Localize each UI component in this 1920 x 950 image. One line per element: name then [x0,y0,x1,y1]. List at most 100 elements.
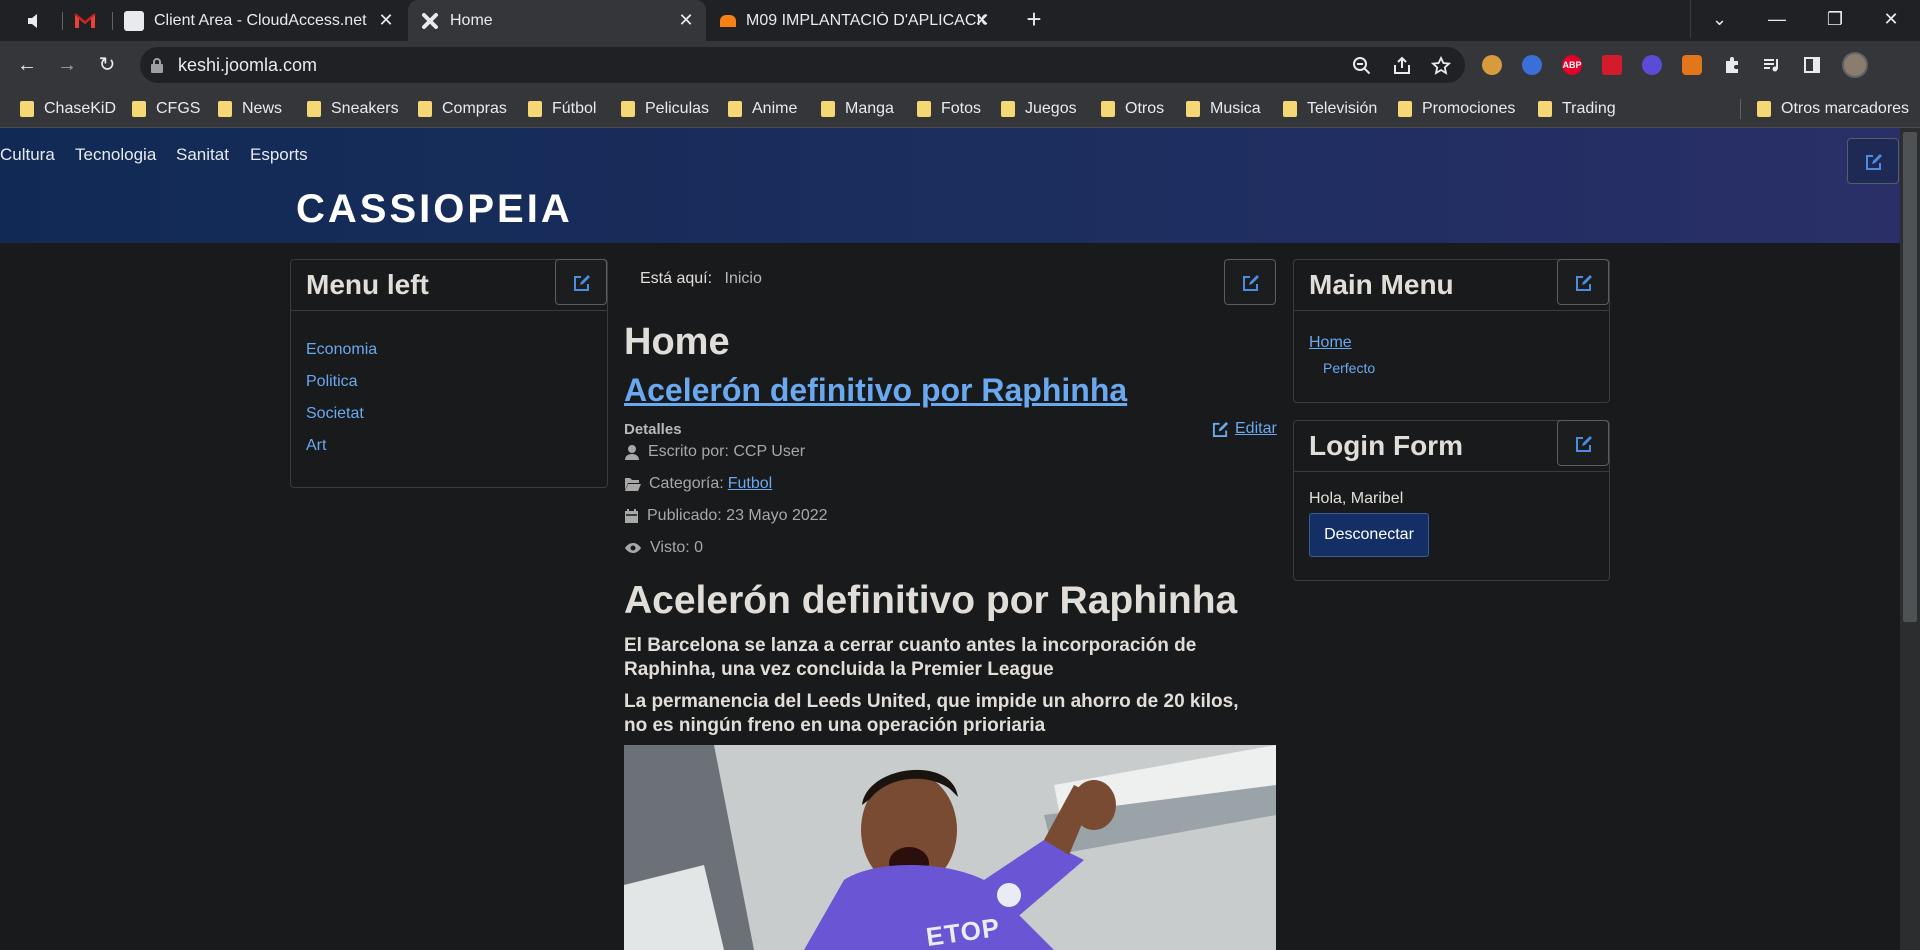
edit-breadcrumb-button[interactable] [1224,259,1276,305]
bookmarks-divider [1740,99,1741,119]
bookmark-folder[interactable]: Juegos [1001,98,1077,120]
playlist-icon[interactable] [1762,55,1782,75]
edit-module-button[interactable] [1557,420,1609,466]
bookmark-star-icon[interactable] [1431,56,1451,76]
top-nav-cultura[interactable]: Cultura [0,145,55,165]
reload-button[interactable]: ↻ [92,50,122,80]
back-button[interactable]: ← [12,50,42,80]
menu-item-politica[interactable]: Politica [306,373,358,391]
logout-button[interactable]: Desconectar [1309,513,1429,557]
main-menu-perfecto[interactable]: Perfecto [1323,360,1375,376]
bookmark-label: Otros marcadores [1781,100,1910,117]
folder-icon [132,101,146,117]
views-text: Visto: 0 [650,539,704,556]
module-header: Login Form [1294,420,1609,472]
edit-module-button[interactable] [1557,259,1609,305]
module-title: Menu left [306,269,429,300]
folder-icon [1757,101,1771,117]
new-tab-button[interactable]: + [1019,4,1049,34]
author-text: Escrito por: CCP User [648,443,806,460]
share-icon[interactable] [1392,56,1412,76]
top-nav-tecnologia[interactable]: Tecnologia [75,145,156,165]
folder-icon [1101,101,1115,117]
bookmark-folder[interactable]: Fútbol [528,98,596,120]
top-nav-esports[interactable]: Esports [250,145,308,165]
tab-separator [62,12,63,30]
bookmark-label: Peliculas [645,100,710,117]
bookmark-folder[interactable]: Manga [821,98,894,120]
menu-item-societat[interactable]: Societat [306,405,364,423]
category-meta: Categoría: Futbol [624,475,772,493]
bookmark-label: Otros [1125,100,1165,117]
edit-header-button[interactable] [1847,138,1899,184]
edit-icon [1243,275,1259,291]
tab-cloudaccess[interactable]: Client Area - CloudAccess.net ✕ [116,0,406,41]
user-icon [625,445,639,460]
close-tab-icon[interactable]: ✕ [972,10,992,30]
bookmark-folder[interactable]: Promociones [1398,98,1515,120]
menu-item-economia[interactable]: Economia [306,341,377,359]
close-tab-icon[interactable]: ✕ [676,10,696,30]
sidepanel-icon[interactable] [1802,55,1822,75]
bookmark-folder[interactable]: Televisión [1283,98,1377,120]
bookmark-label: Fútbol [552,100,597,117]
restore-button[interactable]: ❐ [1806,0,1864,38]
adblock-icon[interactable]: ABP [1562,55,1582,75]
article-title-link[interactable]: Acelerón definitivo por Raphinha [624,372,1127,409]
edit-module-button[interactable] [555,259,607,305]
bookmark-folder[interactable]: Compras [418,98,507,120]
close-tab-icon[interactable]: ✕ [376,10,396,30]
other-bookmarks-folder[interactable]: Otros marcadores [1757,98,1909,120]
address-bar[interactable]: keshi.joomla.com [140,47,1465,83]
bookmark-folder[interactable]: ChaseKiD [20,98,116,120]
bookmark-folder[interactable]: Anime [728,98,797,120]
bookmark-folder[interactable]: News [218,98,282,120]
video-icon[interactable] [1602,55,1622,75]
cookie-icon[interactable] [1482,55,1502,75]
article-image: ETOP [624,745,1276,950]
tab-home[interactable]: Home ✕ [408,0,706,41]
details-label: Detalles [624,421,682,438]
bookmark-label: CFGS [156,100,201,117]
bookmark-folder[interactable]: Fotos [917,98,981,120]
published-text: Publicado: 23 Mayo 2022 [647,507,828,524]
edit-article-link[interactable]: Editar [1212,420,1277,438]
bookmark-folder[interactable]: Trading [1538,98,1616,120]
tab-moodle[interactable]: M09 IMPLANTACIÓ D'APLICACIO ✕ [708,0,1002,41]
top-nav-sanitat[interactable]: Sanitat [176,145,229,165]
tab-search-dropdown-icon[interactable]: ⌄ [1690,0,1748,38]
bookmark-label: Anime [752,100,798,117]
globe-icon[interactable] [1522,55,1542,75]
site-brand-logo[interactable]: CASSIOPEIA [296,187,573,232]
folder-icon [917,101,931,117]
profile-avatar[interactable] [1842,52,1868,78]
category-link[interactable]: Futbol [728,475,772,493]
calendar-icon [625,509,638,523]
scrollbar-thumb[interactable] [1903,132,1917,622]
bookmark-folder[interactable]: Peliculas [621,98,709,120]
metamask-icon[interactable] [1682,55,1702,75]
forward-button[interactable]: → [52,50,82,80]
zoom-icon[interactable] [1352,56,1372,76]
main-menu-home[interactable]: Home [1309,334,1352,352]
lock-icon [151,58,163,73]
edit-icon [574,275,590,291]
puzzle-icon[interactable] [1722,55,1742,75]
folder-open-icon [625,478,641,491]
media-icon[interactable] [1642,55,1662,75]
close-window-button[interactable]: ✕ [1862,0,1920,38]
breadcrumb: Está aquí: Inicio [640,270,762,288]
tab-gmail[interactable] [68,8,104,34]
bookmark-folder[interactable]: Musica [1186,98,1261,120]
site-header: Cultura Tecnologia Sanitat Esports CASSI… [0,128,1900,243]
main-menu-module: Main Menu Home Perfecto [1293,259,1610,403]
bookmark-label: ChaseKiD [44,100,117,117]
tab-audio[interactable] [18,8,50,34]
eye-icon [625,543,641,553]
bookmark-folder[interactable]: Sneakers [307,98,399,120]
menu-item-art[interactable]: Art [306,437,326,455]
edit-icon [1576,436,1592,452]
bookmark-folder[interactable]: Otros [1101,98,1164,120]
bookmark-folder[interactable]: CFGS [132,98,200,120]
minimize-button[interactable]: — [1748,0,1806,38]
